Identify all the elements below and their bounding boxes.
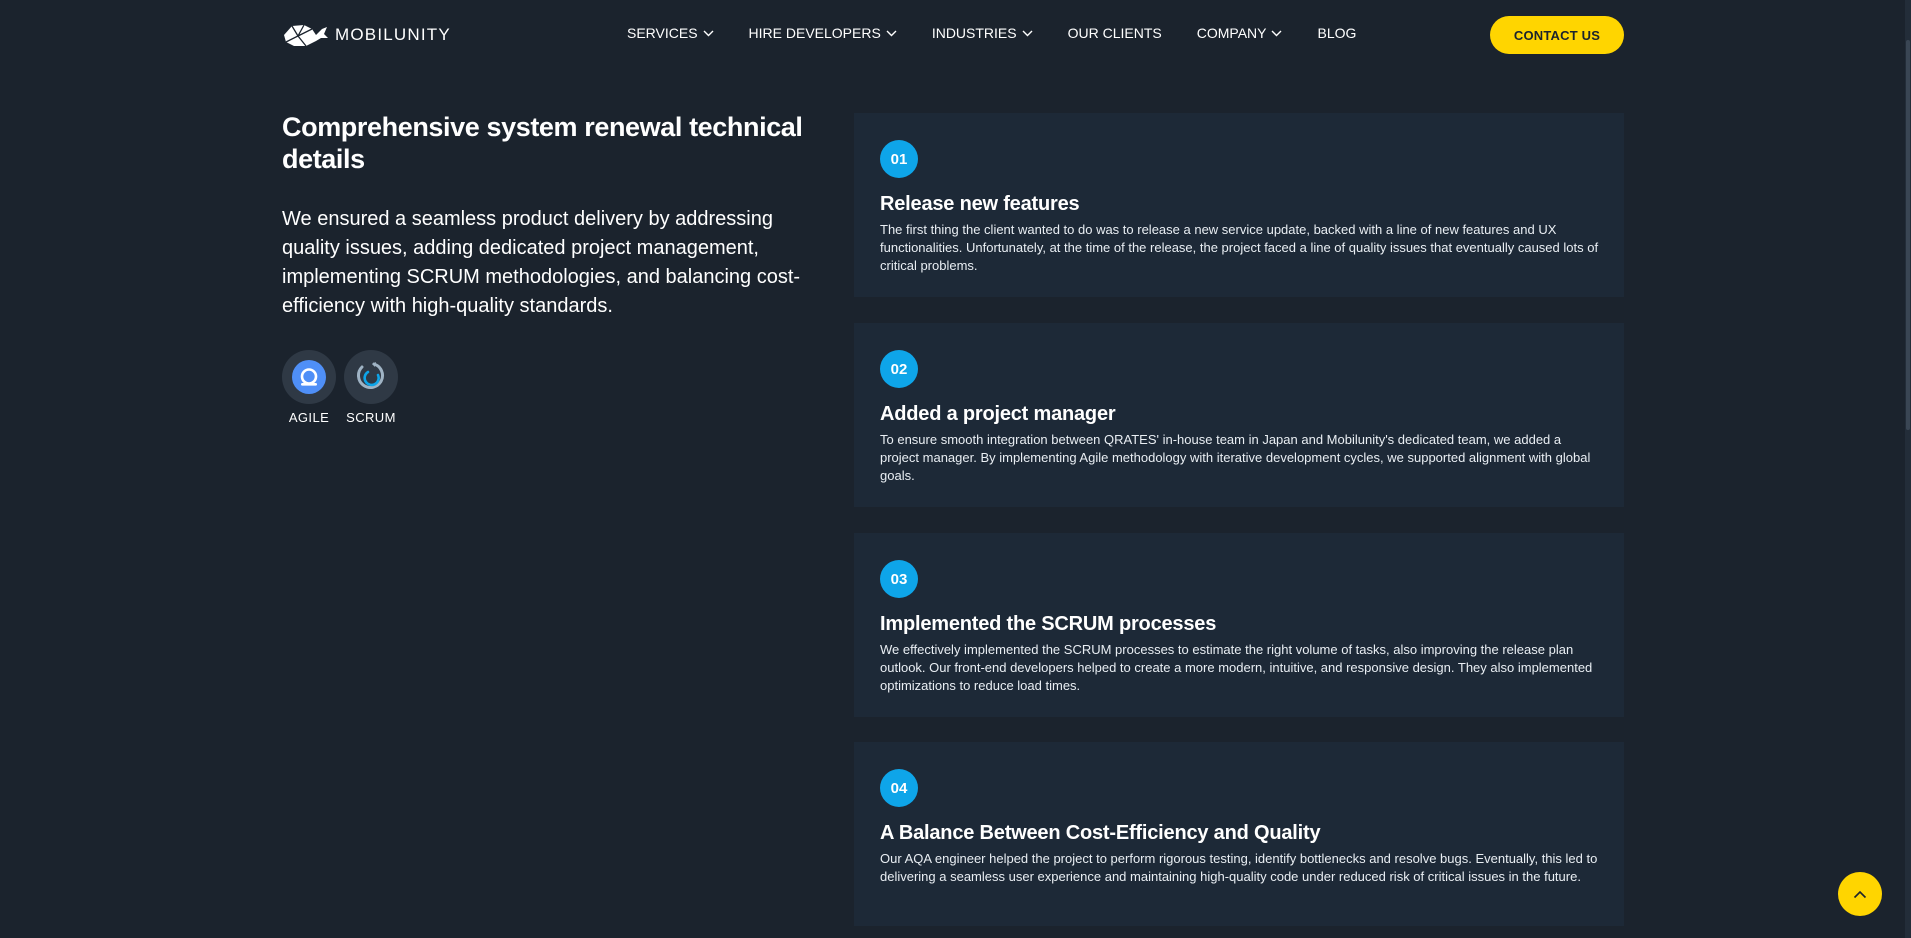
scrum-icon-container [344,350,398,404]
badge-agile-label: AGILE [288,410,330,425]
step-card: 01 Release new features The first thing … [854,113,1624,297]
nav-our-clients-label: OUR CLIENTS [1067,25,1162,41]
section-intro: Comprehensive system renewal technical d… [282,111,842,425]
nav-blog[interactable]: BLOG [1317,25,1356,41]
chevron-down-icon [1022,30,1033,36]
step-description: We effectively implemented the SCRUM pro… [880,642,1593,693]
step-description: Our AQA engineer helped the project to p… [880,851,1598,884]
step-number-badge: 01 [880,140,918,178]
step-number-badge: 02 [880,350,918,388]
chevron-down-icon [703,30,714,36]
nav-industries[interactable]: INDUSTRIES [932,25,1033,41]
nav-company[interactable]: COMPANY [1197,25,1283,41]
site-header: MOBILUNITY SERVICES HIRE DEVELOPERS INDU… [0,0,1911,70]
nav-hire-developers-label: HIRE DEVELOPERS [748,25,881,41]
step-title: A Balance Between Cost-Efficiency and Qu… [880,822,1321,844]
chevron-down-icon [886,30,897,36]
step-number-badge: 04 [880,769,918,807]
nav-blog-label: BLOG [1317,25,1357,41]
step-number-badge: 03 [880,560,918,598]
nav-our-clients[interactable]: OUR CLIENTS [1068,25,1162,41]
step-title: Implemented the SCRUM processes [880,613,1217,635]
step-title: Added a project manager [880,403,1116,425]
scrum-icon [357,362,384,389]
badge-agile: AGILE [282,350,336,425]
step-card: 02 Added a project manager To ensure smo… [854,323,1624,507]
brand-name: MOBILUNITY [335,25,451,44]
nav-hire-developers[interactable]: HIRE DEVELOPERS [749,25,897,41]
scroll-to-top-button[interactable] [1838,872,1882,916]
step-title: Release new features [880,193,1080,215]
chevron-up-icon [1853,890,1867,898]
badge-scrum: SCRUM [344,350,398,425]
methodology-badges: AGILE SCRUM [282,350,842,425]
step-description: The first thing the client wanted to do … [880,222,1599,273]
nav-industries-label: INDUSTRIES [931,25,1017,41]
nav-services-label: SERVICES [627,25,698,41]
main-nav: SERVICES HIRE DEVELOPERS INDUSTRIES OUR … [627,25,1356,41]
page-scrollbar-thumb[interactable] [1906,40,1910,430]
step-description: To ensure smooth integration between QRA… [880,432,1591,483]
section-description: We ensured a seamless product delivery b… [282,208,801,317]
chevron-down-icon [1271,30,1282,36]
agile-icon [292,360,326,394]
step-card: 03 Implemented the SCRUM processes We ef… [854,533,1624,717]
badge-scrum-label: SCRUM [346,410,396,425]
step-card: 04 A Balance Between Cost-Efficiency and… [854,742,1624,926]
section-title: Comprehensive system renewal technical d… [282,112,803,174]
nav-company-label: COMPANY [1196,25,1267,41]
whale-logo-icon [284,24,328,47]
agile-icon-container [282,350,336,404]
contact-us-button[interactable]: CONTACT US [1490,16,1624,54]
logo[interactable]: MOBILUNITY [282,20,451,50]
nav-services[interactable]: SERVICES [627,25,714,41]
